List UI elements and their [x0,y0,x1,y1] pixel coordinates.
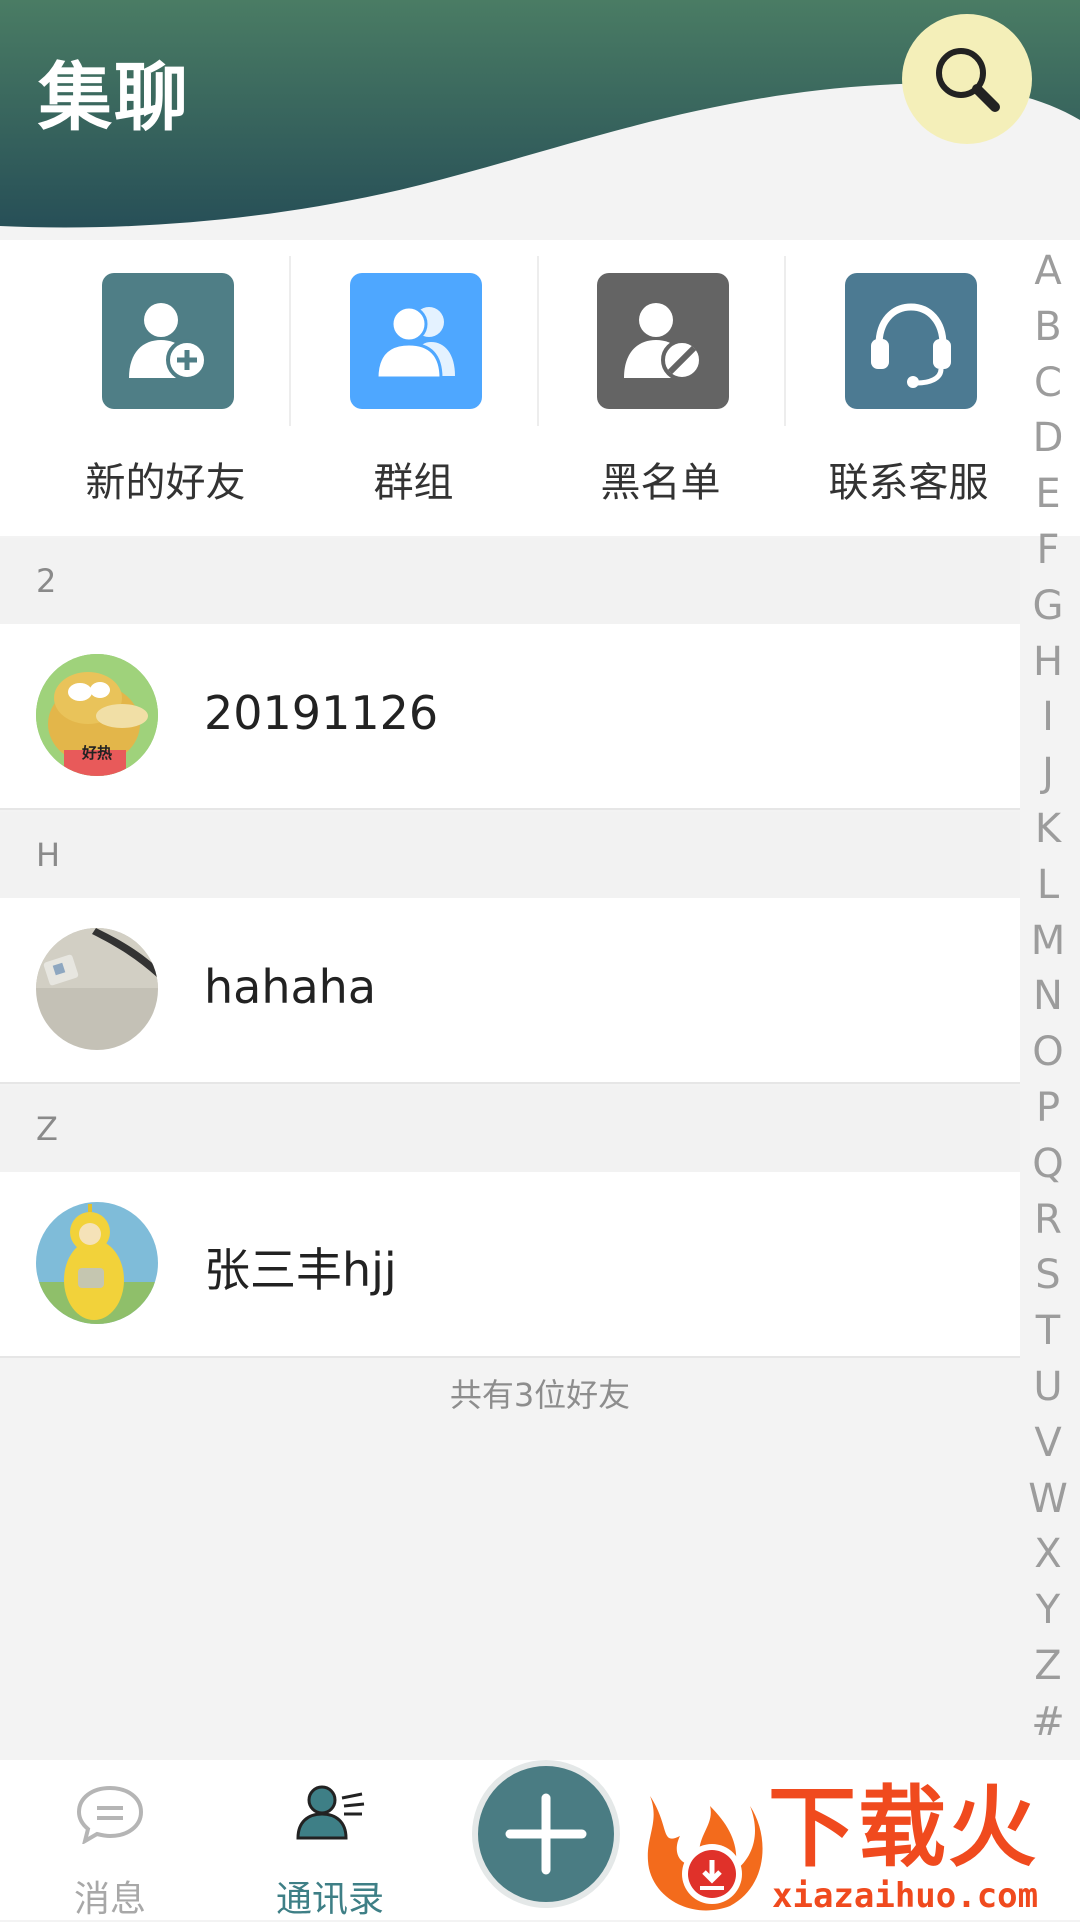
index-letter[interactable]: O [1024,1025,1072,1081]
index-letter[interactable]: U [1024,1360,1072,1416]
contact-name: 张三丰hjj [204,1243,397,1297]
chat-bubble-icon [76,1785,144,1844]
index-letter[interactable]: F [1024,523,1072,579]
nav-messages[interactable]: 消息 [0,1760,220,1920]
index-letter[interactable]: E [1024,467,1072,523]
index-letter[interactable]: H [1024,635,1072,691]
watermark: 下载火 xiazaihuo.com [640,1776,1080,1920]
contact-row[interactable]: 好热 20191126 [0,624,1020,810]
contacts-icon [296,1785,365,1840]
headset-icon [845,273,977,409]
friend-count: 共有3位好友 [449,1376,631,1414]
index-letter[interactable]: P [1024,1081,1072,1137]
groups-action[interactable]: 群组 [290,240,537,536]
nav-contacts[interactable]: 通讯录 [220,1760,440,1920]
quick-actions: 新的好友 群组 黑名单 联系客服 [0,240,1080,536]
contact-name: 20191126 [204,686,439,740]
contact-row[interactable]: hahaha [0,898,1020,1084]
index-letter[interactable]: A [1024,244,1072,300]
index-letter[interactable]: V [1024,1416,1072,1472]
nav-messages-label: 消息 [73,1879,146,1920]
index-letter[interactable]: # [1024,1695,1072,1751]
contact-row[interactable]: 张三丰hjj [0,1172,1020,1358]
flame-logo-icon [647,1796,763,1911]
add-friend-icon [102,273,234,409]
watermark-brand: 下载火 [768,1776,1039,1879]
app-title: 集聊 [38,55,190,141]
index-letter[interactable]: N [1024,969,1072,1025]
search-button[interactable] [902,14,1032,144]
duck-avatar: 好热 [36,654,158,776]
index-letter[interactable]: M [1024,914,1072,970]
index-letter[interactable]: X [1024,1527,1072,1583]
index-letter[interactable]: S [1024,1248,1072,1304]
blacklist-label: 黑名单 [600,460,721,506]
add-button[interactable] [472,1760,620,1908]
contact-name: hahaha [204,960,377,1014]
search-icon [936,48,1000,112]
index-letter[interactable]: I [1024,690,1072,746]
blacklist-action[interactable]: 黑名单 [537,240,784,536]
section-letter: 2 [36,562,57,600]
section-header-z: Z [0,1086,1020,1172]
index-letter[interactable]: Z [1024,1639,1072,1695]
watermark-url: xiazaihuo.com [772,1876,1039,1916]
new-friends-action[interactable]: 新的好友 [42,240,289,536]
new-friends-label: 新的好友 [85,460,246,506]
section-header-h: H [0,812,1020,898]
index-letter[interactable]: T [1024,1304,1072,1360]
index-letter[interactable]: Q [1024,1137,1072,1193]
desk-photo-avatar [36,928,158,1050]
index-letter[interactable]: Y [1024,1583,1072,1639]
index-letter[interactable]: J [1024,746,1072,802]
customer-service-action[interactable]: 联系客服 [785,240,1032,536]
index-letter[interactable]: K [1024,802,1072,858]
section-letter: H [36,836,61,874]
index-letter[interactable]: C [1024,356,1072,412]
group-icon [350,273,482,409]
groups-label: 群组 [373,460,454,506]
nav-contacts-label: 通讯录 [275,1879,384,1920]
index-letter[interactable]: D [1024,411,1072,467]
avatar-caption: 好热 [81,744,112,762]
section-letter: Z [36,1110,58,1148]
customer-service-label: 联系客服 [828,460,989,506]
app-header: 集聊 [0,0,1080,240]
index-letter[interactable]: B [1024,300,1072,356]
section-header-2: 2 [0,538,1020,624]
index-letter[interactable]: G [1024,579,1072,635]
index-letter[interactable]: R [1024,1193,1072,1249]
plus-icon [505,1793,587,1875]
index-letter[interactable]: W [1024,1472,1072,1528]
alphabet-index-bar[interactable]: A B C D E F G H I J K L M N O P Q R S T U V W X Y Z # [1024,244,1072,1751]
blacklist-icon [597,273,729,409]
index-letter[interactable]: L [1024,858,1072,914]
teletubby-avatar [36,1202,158,1324]
